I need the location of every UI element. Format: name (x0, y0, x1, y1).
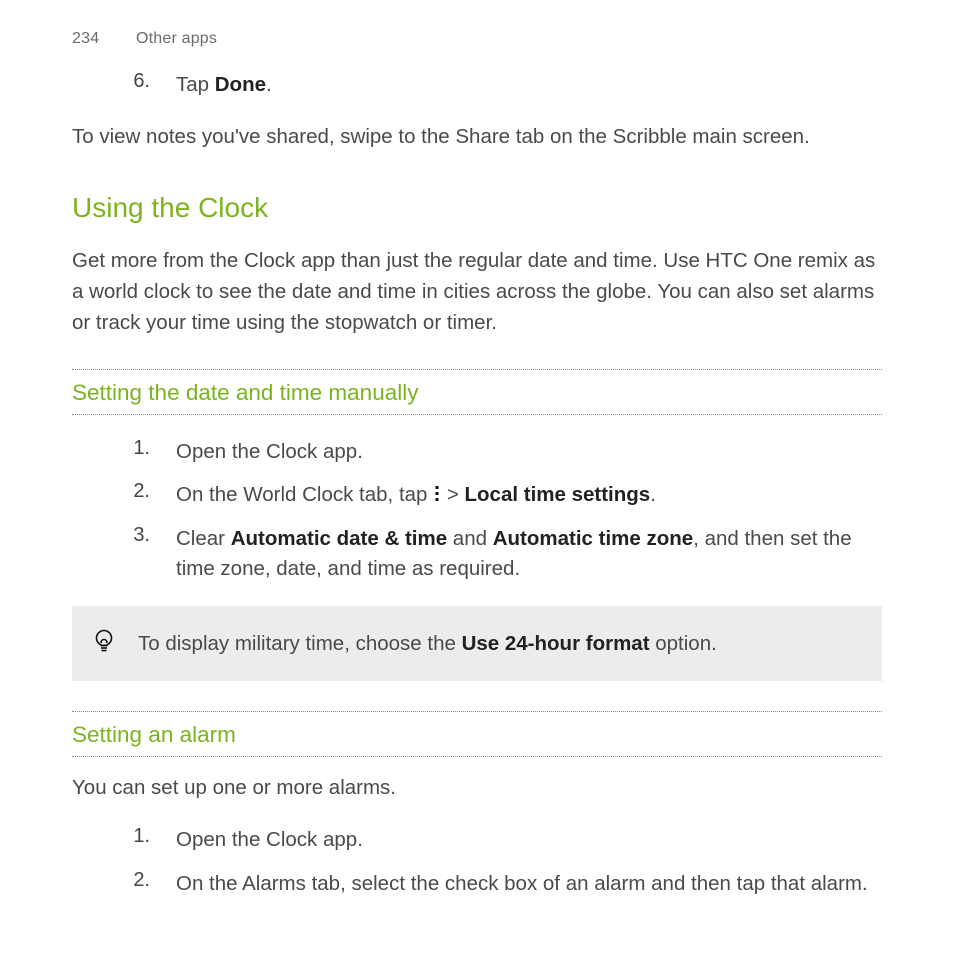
text-mid: and (447, 527, 493, 550)
text-prefix: Tap (176, 73, 215, 96)
alarm-intro: You can set up one or more alarms. (72, 773, 882, 804)
text-pre: On the World Clock tab, tap (176, 483, 433, 506)
list-body: Open the Clock app. (176, 437, 882, 467)
list-number: 2. (98, 869, 176, 899)
tip-post: option. (650, 632, 717, 655)
page-number: 234 (72, 30, 99, 48)
section-heading-using-the-clock: Using the Clock (72, 192, 882, 224)
text-pre: Clear (176, 527, 231, 550)
list-number: 1. (98, 825, 176, 855)
subsection-setting-date-time: Setting the date and time manually 1. Op… (72, 369, 882, 681)
tip-text: To display military time, choose the Use… (138, 632, 717, 656)
divider-dotted (72, 756, 882, 757)
subsection-title: Setting an alarm (72, 712, 882, 756)
text-bold-auto-time-zone: Automatic time zone (493, 527, 693, 550)
list-number: 1. (98, 437, 176, 467)
tip-pre: To display military time, choose the (138, 632, 462, 655)
list-number: 3. (98, 524, 176, 583)
list-body: On the Alarms tab, select the check box … (176, 869, 882, 899)
list-number: 2. (98, 480, 176, 510)
alarm-step-1: 1. Open the Clock app. (98, 825, 882, 855)
text-bold-local-time-settings: Local time settings (465, 483, 651, 506)
list-body: On the World Clock tab, tap > Local time… (176, 480, 882, 510)
alarm-step-2: 2. On the Alarms tab, select the check b… (98, 869, 882, 899)
section-intro: Get more from the Clock app than just th… (72, 246, 882, 338)
text-post: . (650, 483, 656, 506)
page-header: 234 Other apps (72, 30, 882, 48)
top-step-6: 6. Tap Done. (98, 70, 882, 100)
tip-callout: To display military time, choose the Use… (72, 606, 882, 681)
overflow-menu-icon (433, 483, 441, 506)
share-tab-note: To view notes you've shared, swipe to th… (72, 122, 882, 153)
text-bold-auto-date-time: Automatic date & time (231, 527, 447, 550)
lightbulb-icon (92, 628, 116, 661)
document-page: 234 Other apps 6. Tap Done. To view note… (0, 0, 954, 939)
list-body: Clear Automatic date & time and Automati… (176, 524, 882, 583)
list-number: 6. (98, 70, 176, 100)
text-mid: > (441, 483, 464, 506)
step-1-open-clock: 1. Open the Clock app. (98, 437, 882, 467)
tip-bold-24hour: Use 24-hour format (462, 632, 650, 655)
list-body: Tap Done. (176, 70, 882, 100)
page-section: Other apps (136, 30, 217, 47)
subsection-title: Setting the date and time manually (72, 370, 882, 414)
step-2-world-clock: 2. On the World Clock tab, tap > Local t… (98, 480, 882, 510)
subsection-setting-alarm: Setting an alarm You can set up one or m… (72, 711, 882, 899)
text-suffix: . (266, 73, 272, 96)
list-body: Open the Clock app. (176, 825, 882, 855)
divider-dotted (72, 414, 882, 415)
text-bold-done: Done (215, 73, 266, 96)
step-3-clear-auto: 3. Clear Automatic date & time and Autom… (98, 524, 882, 583)
